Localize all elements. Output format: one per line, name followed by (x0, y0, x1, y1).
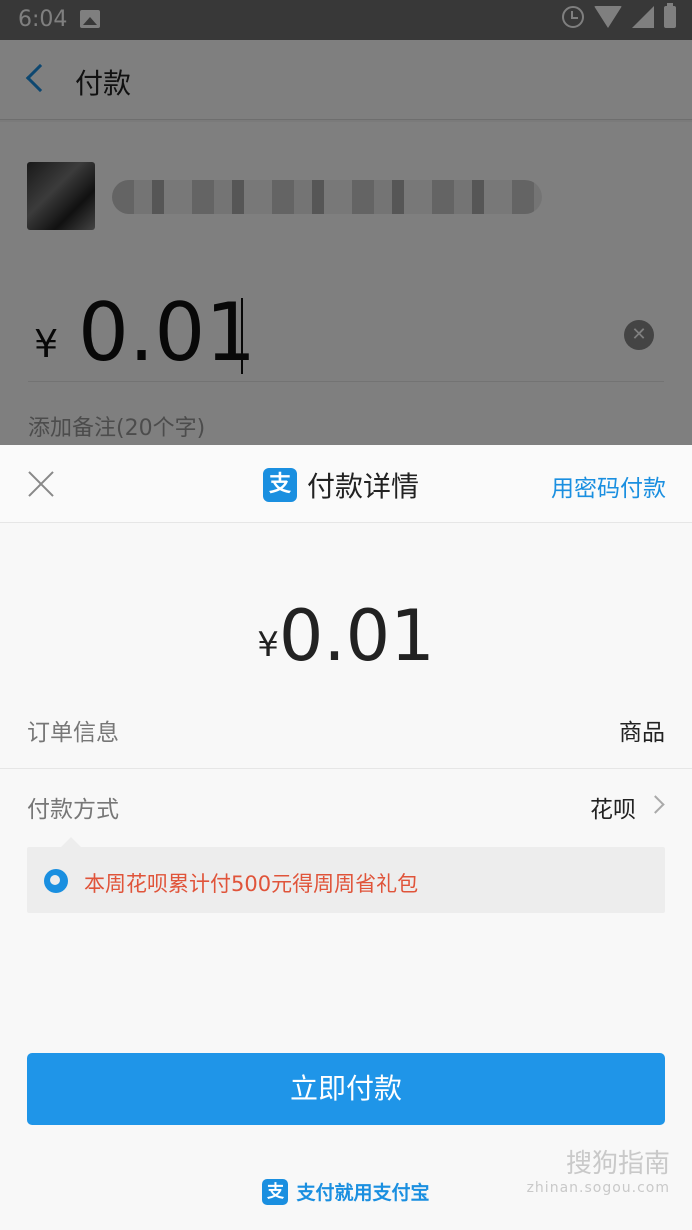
huabei-promo-banner[interactable]: 本周花呗累计付500元得周周省礼包 (27, 837, 665, 913)
order-info-value: 商品 (619, 720, 665, 746)
alipay-logo-icon: 支 (263, 468, 297, 502)
huabei-icon (44, 869, 68, 893)
watermark-main: 搜狗指南 (565, 1149, 670, 1179)
pay-now-button[interactable]: 立即付款 (27, 1053, 665, 1125)
payment-method-value: 花呗 (590, 797, 636, 823)
order-info-label: 订单信息 (27, 720, 119, 746)
chevron-right-icon (646, 795, 665, 814)
sheet-title-group: 支 付款详情 (263, 465, 419, 505)
close-icon[interactable] (26, 469, 56, 499)
sheet-title: 付款详情 (307, 470, 420, 503)
footer-slogan: 支付就用支付宝 (296, 1182, 430, 1204)
alipay-footer-logo-icon: 支 (262, 1178, 289, 1205)
pay-amount: ¥0.01 (0, 595, 692, 677)
payment-method-label: 付款方式 (27, 797, 119, 823)
watermark-url: zhinan.sogou.com (526, 1180, 670, 1196)
promo-text: 本周花呗累计付500元得周周省礼包 (84, 872, 419, 896)
sogou-watermark: 搜狗指南 zhinan.sogou.com (527, 1143, 670, 1196)
pay-amount-value: 0.01 (278, 595, 435, 677)
pay-currency-symbol: ¥ (257, 625, 279, 665)
pay-with-password-link[interactable]: 用密码付款 (551, 469, 666, 503)
order-info-row: 订单信息 商品 (0, 691, 692, 769)
payment-details-sheet: 支 付款详情 用密码付款 ¥0.01 订单信息 商品 付款方式 花呗 本周花呗累… (0, 445, 692, 1230)
sheet-header: 支 付款详情 用密码付款 (0, 445, 692, 523)
payment-method-row[interactable]: 付款方式 花呗 (0, 768, 692, 846)
